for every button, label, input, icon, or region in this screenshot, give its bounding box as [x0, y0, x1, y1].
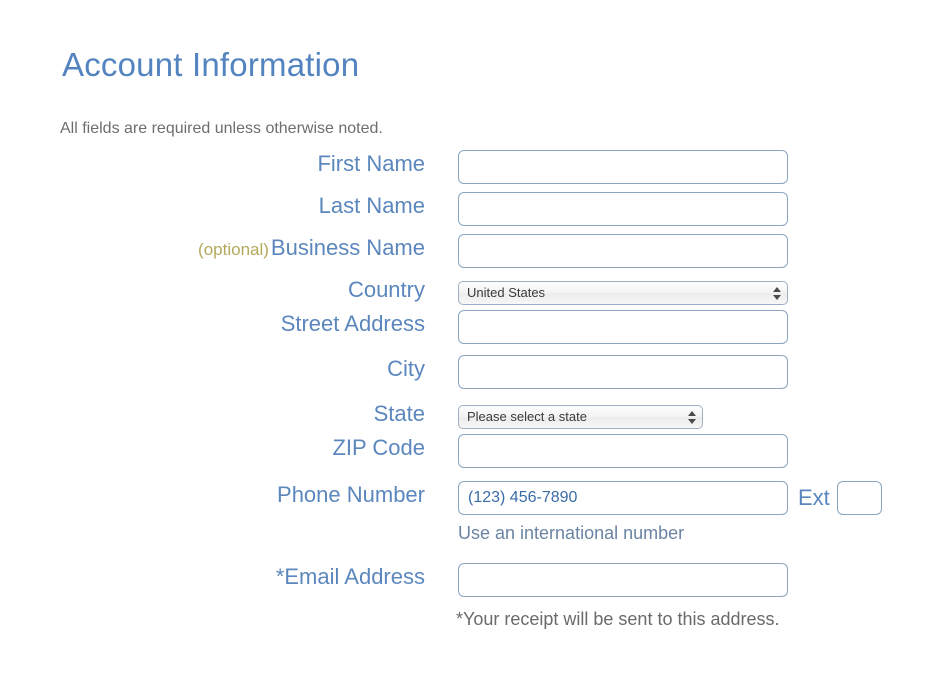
label-zip-code: ZIP Code: [0, 434, 425, 462]
label-state: State: [0, 400, 425, 428]
field-first-name: [425, 150, 950, 184]
form-row-phone-number: Phone Number Ext: [0, 481, 950, 521]
form-row-zip-code: ZIP Code: [0, 434, 950, 481]
field-email-note: *Your receipt will be sent to this addre…: [425, 607, 950, 631]
field-city: [425, 355, 950, 389]
field-street-address: [425, 310, 950, 344]
email-receipt-note: *Your receipt will be sent to this addre…: [456, 609, 780, 629]
field-country: United States: [425, 276, 950, 310]
form-required-note: All fields are required unless otherwise…: [60, 120, 383, 137]
page-title: Account Information: [62, 46, 360, 83]
chevron-updown-icon: [687, 409, 696, 425]
zip-code-input[interactable]: [458, 434, 788, 468]
label-business-name: (optional)Business Name: [0, 234, 425, 264]
label-country: Country: [0, 276, 425, 304]
form-row-email-note: *Your receipt will be sent to this addre…: [0, 607, 950, 639]
label-phone-number-text: Phone Number: [277, 482, 425, 507]
first-name-input[interactable]: [458, 150, 788, 184]
label-city-text: City: [387, 356, 425, 381]
street-address-input[interactable]: [458, 310, 788, 344]
field-last-name: [425, 192, 950, 226]
label-last-name: Last Name: [0, 192, 425, 220]
label-phone-number: Phone Number: [0, 481, 425, 509]
label-zip-code-text: ZIP Code: [332, 435, 425, 460]
field-email-address: [425, 563, 950, 597]
international-number-link[interactable]: Use an international number: [458, 521, 684, 545]
phone-ext-input[interactable]: [836, 481, 882, 515]
state-select-value: Please select a state: [467, 409, 587, 424]
field-phone-number: Ext: [425, 481, 950, 515]
email-address-input[interactable]: [458, 563, 788, 597]
form-row-first-name: First Name: [0, 150, 950, 192]
form-row-country: Country United States: [0, 276, 950, 310]
label-business-name-text: Business Name: [270, 235, 425, 260]
form-row-last-name: Last Name: [0, 192, 950, 234]
form-row-street-address: Street Address: [0, 310, 950, 355]
last-name-input[interactable]: [458, 192, 788, 226]
field-state: Please select a state: [425, 400, 950, 434]
form-row-email-address: *Email Address: [0, 563, 950, 607]
field-phone-helper: Use an international number: [425, 521, 950, 545]
arrow-up-icon: [687, 410, 696, 416]
label-first-name: First Name: [0, 150, 425, 178]
business-name-optional-tag: (optional): [198, 240, 269, 259]
form-row-city: City: [0, 355, 950, 400]
phone-number-input[interactable]: [458, 481, 788, 515]
account-information-page: Account Information All fields are requi…: [0, 0, 950, 680]
country-select-value: United States: [467, 285, 546, 300]
city-input[interactable]: [458, 355, 788, 389]
arrow-down-icon: [687, 418, 696, 424]
label-city: City: [0, 355, 425, 383]
chevron-updown-icon: [772, 285, 781, 301]
label-first-name-text: First Name: [317, 151, 425, 176]
country-select[interactable]: United States: [458, 281, 788, 305]
label-state-text: State: [373, 401, 425, 426]
account-information-form: First Name Last Name (optional)Business …: [0, 150, 950, 639]
business-name-input[interactable]: [458, 234, 788, 268]
arrow-down-icon: [772, 294, 781, 300]
ext-label: Ext: [798, 485, 830, 510]
form-row-state: State Please select a state: [0, 400, 950, 434]
label-street-address-text: Street Address: [280, 311, 425, 336]
label-email-address: *Email Address: [0, 563, 425, 591]
field-zip-code: [425, 434, 950, 468]
arrow-up-icon: [772, 286, 781, 292]
state-select[interactable]: Please select a state: [458, 405, 703, 429]
field-business-name: [425, 234, 950, 268]
label-email-address-text: *Email Address: [275, 564, 425, 589]
form-row-business-name: (optional)Business Name: [0, 234, 950, 276]
label-street-address: Street Address: [0, 310, 425, 338]
label-last-name-text: Last Name: [318, 193, 425, 218]
form-row-phone-helper: Use an international number: [0, 521, 950, 563]
label-country-text: Country: [347, 277, 425, 302]
